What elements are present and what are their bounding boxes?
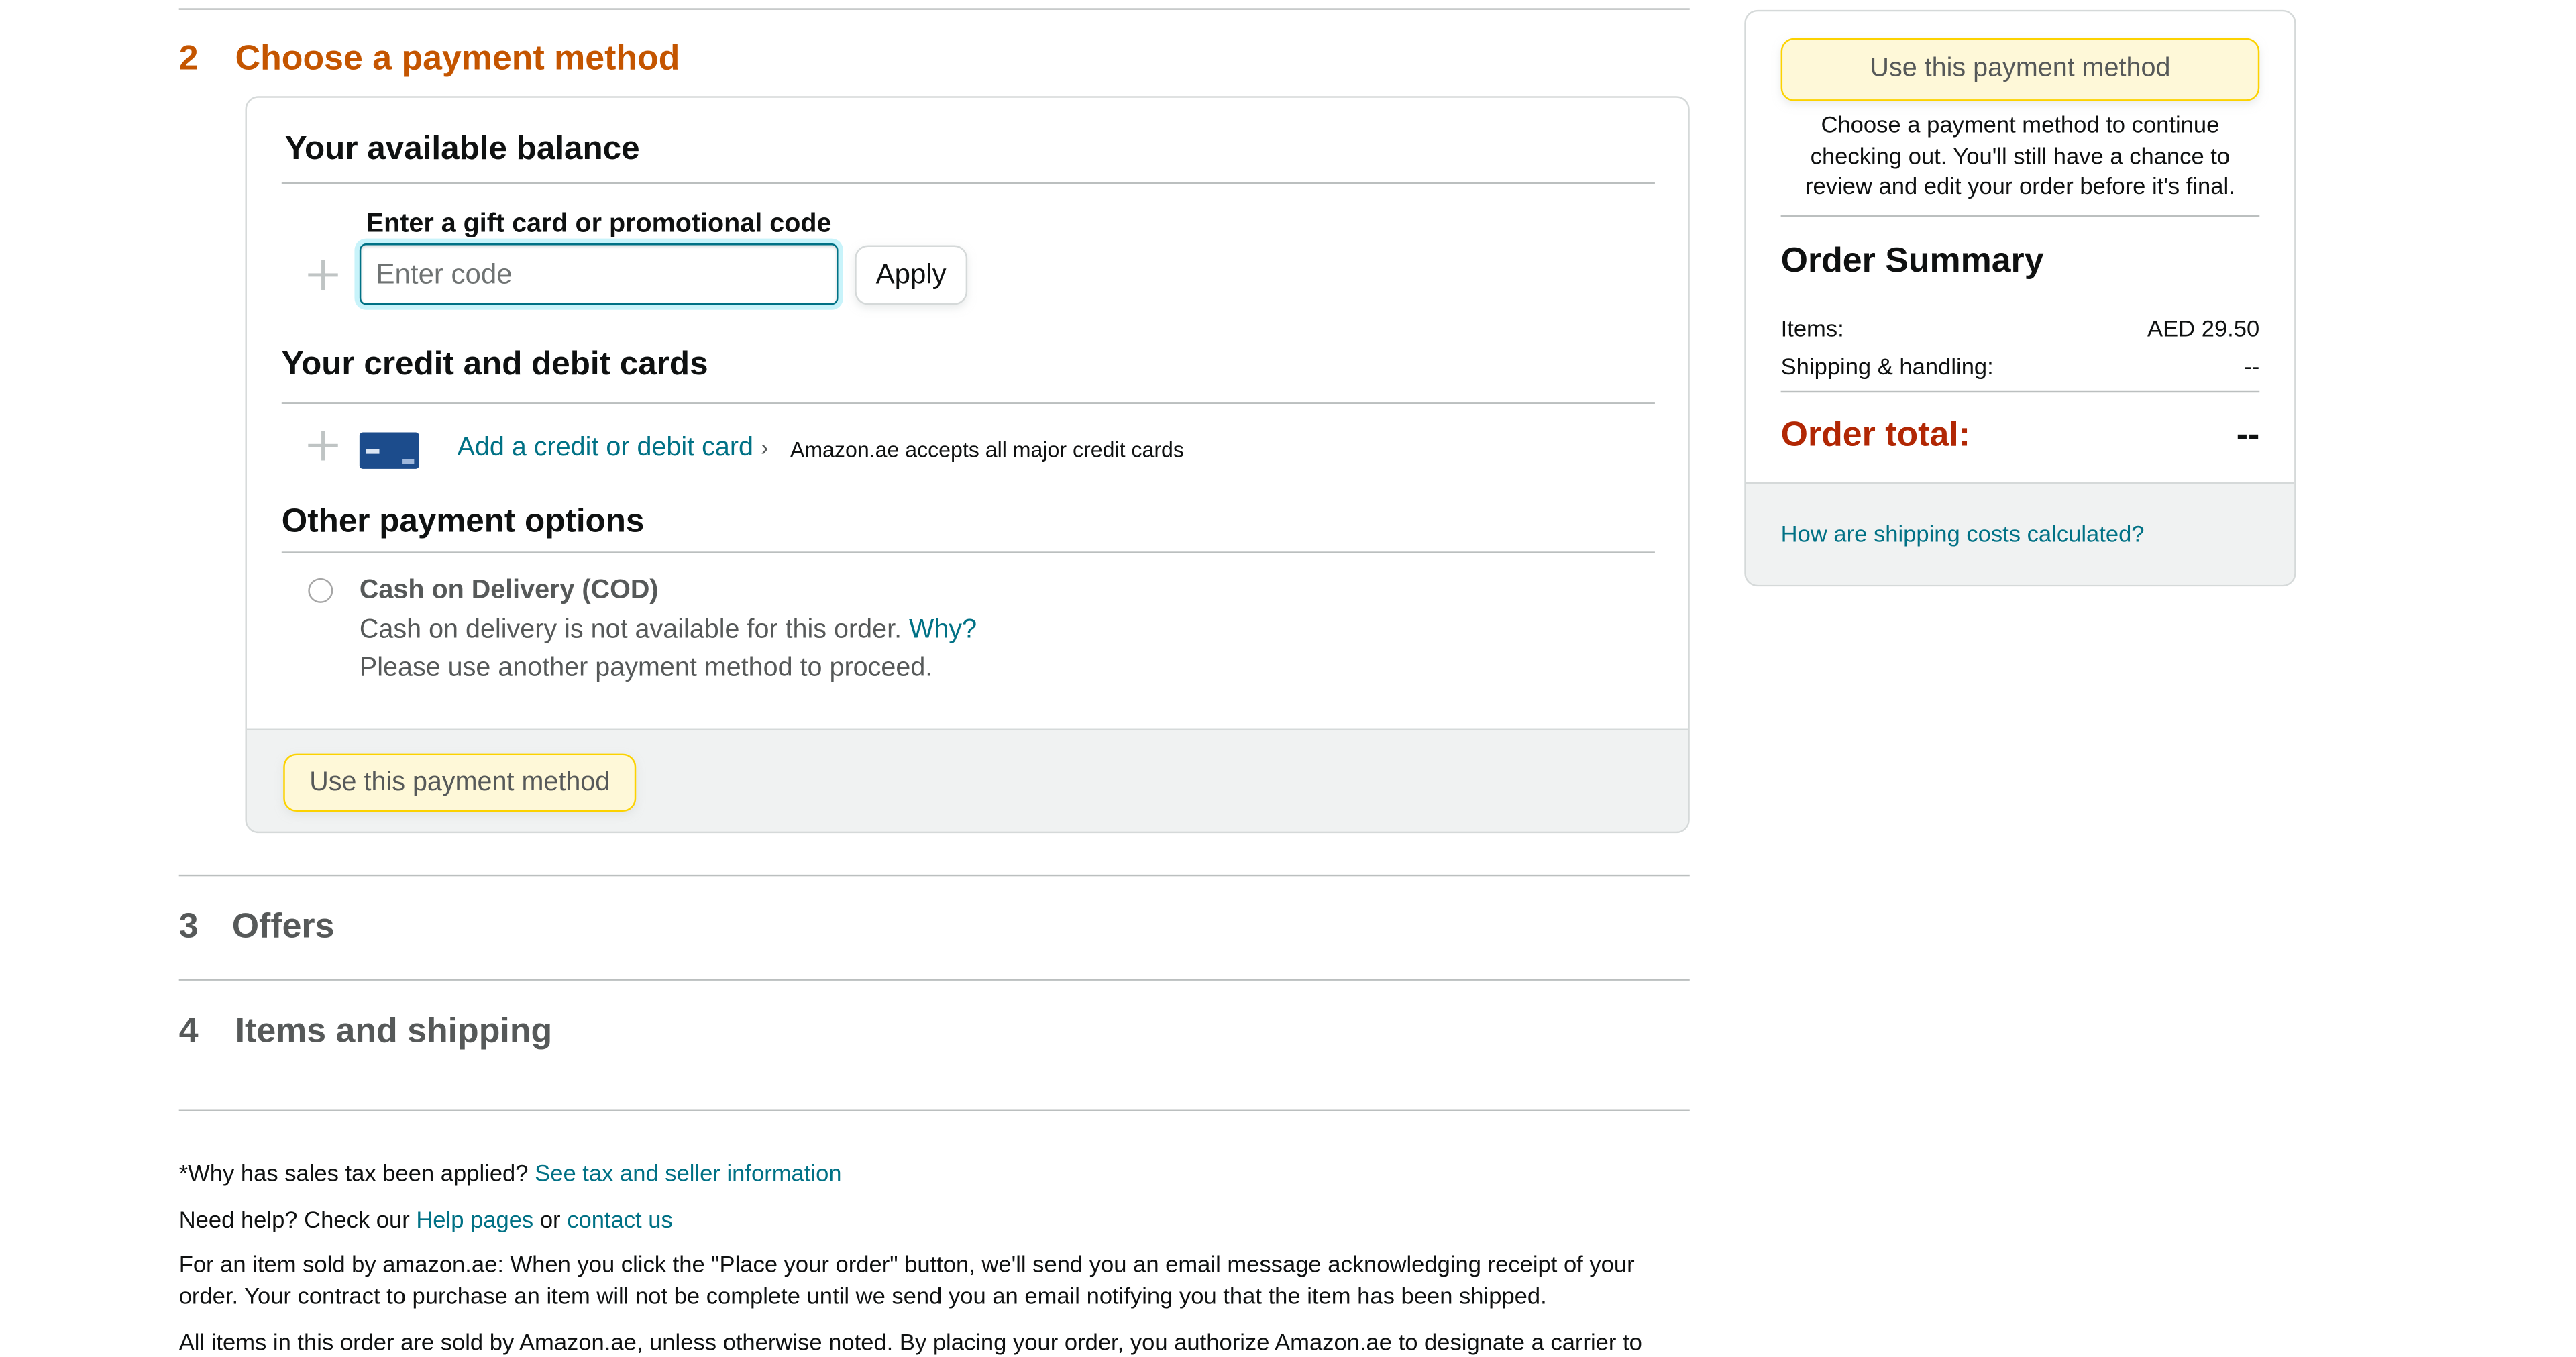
apply-button[interactable]: Apply [855, 245, 968, 305]
shipping-costs-link[interactable]: How are shipping costs calculated? [1781, 520, 2145, 547]
plus-icon [308, 431, 338, 461]
payment-step-number: 2 [178, 40, 199, 78]
gift-code-label: Enter a gift card or promotional code [366, 210, 832, 239]
items-step-title[interactable]: Items and shipping [235, 1012, 553, 1052]
other-options-heading: Other payment options [281, 503, 645, 541]
help-line: Need help? Check our Help pages or conta… [179, 1204, 673, 1236]
add-card-link-wrap[interactable]: Add a credit or debit card › [458, 434, 769, 464]
offers-step-number: 3 [178, 908, 199, 946]
shipping-label: Shipping & handling: [1780, 352, 1994, 380]
order-summary-title: Order Summary [1780, 241, 2044, 280]
footer-paragraph-1: For an item sold by amazon.ae: When you … [178, 1250, 1635, 1309]
cod-unavailable-text: Cash on delivery is not available for th… [359, 616, 902, 645]
offers-step-title[interactable]: Offers [232, 908, 335, 947]
use-payment-method-button[interactable]: Use this payment method [283, 753, 637, 812]
payment-step-title: Choose a payment method [235, 40, 680, 78]
cod-hint: Please use another payment method to pro… [359, 654, 933, 683]
tax-question: *Why has sales tax been applied? [178, 1159, 529, 1187]
payment-panel [245, 96, 1690, 834]
balance-divider [281, 182, 1655, 184]
chevron-right-icon: › [760, 433, 769, 461]
help-or: or [539, 1205, 561, 1233]
tax-seller-link[interactable]: See tax and seller information [535, 1160, 841, 1187]
shipping-value: -- [2244, 352, 2260, 380]
help-pages-link[interactable]: Help pages [416, 1206, 533, 1233]
top-divider [178, 8, 1690, 10]
cards-heading: Your credit and debit cards [281, 346, 708, 383]
credit-card-icon [359, 432, 419, 469]
order-total-label: Order total: [1780, 415, 1970, 454]
items-label: Items: [1780, 315, 1844, 341]
why-link[interactable]: Why? [909, 616, 977, 645]
accepts-cards-text: Amazon.ae accepts all major credit cards [790, 437, 1184, 462]
sidebar-use-payment-method-button[interactable]: Use this payment method [1780, 38, 2260, 101]
cod-title: Cash on Delivery (COD) [359, 576, 659, 605]
order-total-value: -- [2236, 415, 2260, 454]
footer-paragraph-2: All items in this order are sold by Amaz… [178, 1328, 1642, 1355]
total-divider [1780, 390, 2260, 393]
sidebar-divider [1780, 215, 2260, 217]
footer-divider [178, 1109, 1690, 1111]
items-divider [178, 979, 1690, 981]
sidebar-hint: Choose a payment method to continue chec… [1805, 111, 2235, 199]
other-options-divider [281, 551, 1655, 553]
help-prefix: Need help? Check our [178, 1205, 410, 1233]
items-step-number: 4 [178, 1012, 199, 1050]
checkout-page: 2 Choose a payment method Your available… [0, 0, 2576, 1356]
cod-radio[interactable] [308, 578, 333, 603]
balance-heading: Your available balance [284, 131, 640, 168]
tax-line: *Why has sales tax been applied? See tax… [179, 1158, 842, 1189]
cod-unavailable-line: Cash on delivery is not available for th… [360, 616, 977, 646]
cards-divider [281, 402, 1655, 404]
offers-divider [178, 874, 1690, 877]
items-value: AED 29.50 [2147, 315, 2260, 341]
gift-code-input[interactable] [359, 243, 839, 305]
plus-icon [308, 260, 338, 290]
add-card-link[interactable]: Add a credit or debit card [458, 434, 753, 462]
contact-us-link[interactable]: contact us [567, 1206, 673, 1233]
